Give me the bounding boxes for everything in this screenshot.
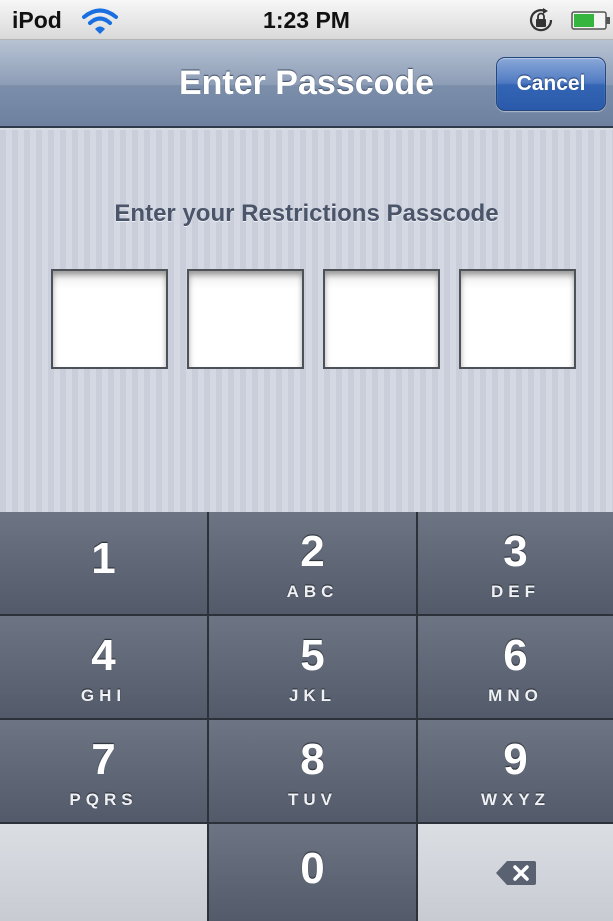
key-1[interactable]: 1 — [0, 512, 209, 616]
passcode-digit-1[interactable] — [51, 269, 168, 369]
key-8-letters: TUV — [288, 790, 337, 809]
key-7[interactable]: 7 PQRS — [0, 720, 209, 824]
key-2-letters: ABC — [286, 582, 339, 601]
passcode-prompt: Enter your Restrictions Passcode — [114, 200, 499, 227]
passcode-digit-3[interactable] — [323, 269, 440, 369]
status-bar: iPod 1:23 PM — [0, 0, 613, 40]
key-8[interactable]: 8 TUV — [209, 720, 418, 824]
rotation-lock-icon — [529, 8, 553, 32]
key-9[interactable]: 9 WXYZ — [418, 720, 613, 824]
key-4-letters: GHI — [80, 686, 127, 705]
key-6[interactable]: 6 MNO — [418, 616, 613, 720]
key-0[interactable]: 0 — [209, 824, 418, 921]
key-9-digit: 9 — [503, 735, 528, 784]
key-2-digit: 2 — [300, 527, 325, 576]
battery-icon — [571, 11, 610, 30]
navigation-bar: Enter Passcode Cancel — [0, 40, 613, 128]
key-9-letters: WXYZ — [480, 790, 551, 809]
key-3[interactable]: 3 DEF — [418, 512, 613, 616]
passcode-digit-4[interactable] — [459, 269, 576, 369]
passcode-screen: iPod 1:23 PM Enter Passcode Cancel Enter… — [0, 0, 613, 921]
key-3-digit: 3 — [503, 527, 528, 576]
key-3-letters: DEF — [491, 582, 540, 601]
passcode-entry-area: Enter your Restrictions Passcode — [0, 130, 613, 512]
key-8-digit: 8 — [300, 735, 325, 784]
key-6-letters: MNO — [488, 686, 543, 705]
delete-key[interactable] — [418, 824, 613, 921]
key-5-letters: JKL — [288, 686, 337, 705]
key-2[interactable]: 2 ABC — [209, 512, 418, 616]
key-7-digit: 7 — [91, 735, 116, 784]
backspace-icon — [495, 860, 536, 885]
blank-key — [0, 824, 209, 921]
key-0-digit: 0 — [300, 844, 325, 893]
key-1-digit: 1 — [91, 534, 116, 583]
status-time: 1:23 PM — [263, 7, 350, 33]
key-7-letters: PQRS — [69, 790, 138, 809]
key-4[interactable]: 4 GHI — [0, 616, 209, 720]
passcode-digit-2[interactable] — [187, 269, 304, 369]
key-4-digit: 4 — [91, 631, 116, 680]
key-5-digit: 5 — [300, 631, 325, 680]
key-6-digit: 6 — [503, 631, 528, 680]
cancel-button[interactable]: Cancel — [496, 57, 606, 111]
key-5[interactable]: 5 JKL — [209, 616, 418, 720]
numeric-keypad: 1 2 ABC 3 DEF 4 GHI 5 JKL 6 MNO 7 PQRS 8 — [0, 512, 613, 921]
